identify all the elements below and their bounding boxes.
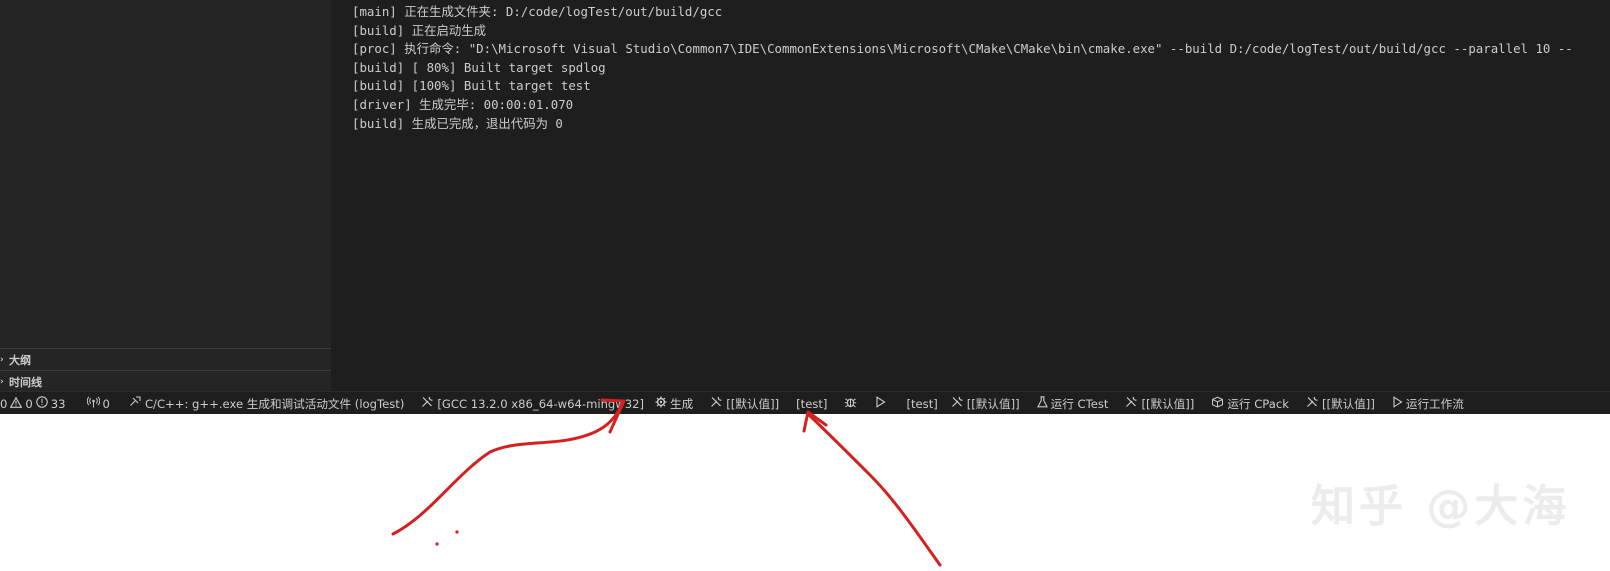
info-icon — [36, 396, 48, 411]
tools-icon — [1306, 396, 1319, 411]
output-line: [build] [ 80%] Built target spdlog — [352, 59, 606, 75]
ide-window: › 大纲 › 时间线 [main] 正在生成文件夹: D:/code/logTe… — [0, 0, 1610, 415]
bug-icon — [844, 396, 857, 411]
play-icon — [1392, 396, 1403, 411]
tools-icon — [421, 396, 434, 411]
sidebar-section-outline[interactable]: › 大纲 — [0, 348, 331, 370]
debug-config-icon — [129, 396, 142, 411]
target-label: [test] — [796, 396, 828, 411]
run-workflow-button[interactable]: 运行工作流 — [1382, 392, 1471, 415]
debug-config-label: C/C++: g++.exe 生成和调试活动文件 (logTest) — [144, 396, 405, 411]
info-count: 33 — [50, 396, 66, 411]
broadcast-icon — [86, 396, 100, 411]
test-preset-label: [[默认值]] — [966, 396, 1020, 411]
launch-target-label: [test] — [906, 396, 938, 411]
output-panel[interactable]: [main] 正在生成文件夹: D:/code/logTest/out/buil… — [331, 0, 1610, 395]
launch-button[interactable] — [867, 392, 896, 415]
tools-icon — [1125, 396, 1138, 411]
sidebar-section-timeline[interactable]: › 时间线 — [0, 370, 331, 392]
run-workflow-label: 运行工作流 — [1405, 396, 1464, 411]
build-button[interactable]: 生成 — [651, 392, 700, 415]
run-cpack-button[interactable]: 运行 CPack — [1201, 392, 1296, 415]
ports-status[interactable]: 0 — [73, 392, 117, 415]
workflow-preset-label: [[默认值]] — [1321, 396, 1375, 411]
chevron-right-icon: › — [0, 376, 4, 387]
output-line: [build] 正在启动生成 — [352, 22, 487, 38]
output-line: [build] [100%] Built target test — [352, 78, 591, 94]
launch-target-button[interactable]: [test] — [896, 392, 944, 415]
debug-config-button[interactable]: C/C++: g++.exe 生成和调试活动文件 (logTest) — [117, 392, 411, 415]
tools-icon — [710, 396, 723, 411]
gear-icon — [655, 396, 667, 411]
output-line: [build] 生成已完成，退出代码为 0 — [352, 115, 563, 131]
beaker-icon — [1036, 396, 1048, 411]
target-button[interactable]: [test] — [786, 392, 834, 415]
status-bar: 0 0 33 0 C/C++: g++.exe 生成和调试活动文件 (logTe… — [0, 391, 1610, 415]
output-line: [driver] 生成完毕: 00:00:01.070 — [352, 96, 574, 112]
kit-label: [GCC 13.2.0 x86_64-w64-mingw32] — [437, 396, 645, 411]
output-line: [proc] 执行命令: "D:\Microsoft Visual Studio… — [352, 41, 1573, 57]
problems-status[interactable]: 0 0 33 — [0, 392, 73, 415]
kit-button[interactable]: [GCC 13.2.0 x86_64-w64-mingw32] — [411, 392, 651, 415]
warning-icon — [10, 396, 23, 411]
warning-count: 0 — [25, 396, 33, 411]
ports-count: 0 — [102, 396, 110, 411]
chevron-right-icon: › — [0, 354, 4, 365]
sidebar: › 大纲 › 时间线 — [0, 0, 331, 395]
watermark: 知乎 @大海 — [1311, 481, 1571, 532]
package-icon — [1211, 396, 1224, 411]
debug-button[interactable] — [834, 392, 867, 415]
run-cpack-label: 运行 CPack — [1227, 396, 1289, 411]
build-label: 生成 — [670, 396, 694, 411]
error-count: 0 — [0, 396, 8, 411]
tools-icon — [951, 396, 964, 411]
output-line: [main] 正在生成文件夹: D:/code/logTest/out/buil… — [352, 4, 723, 19]
output-lines: [main] 正在生成文件夹: D:/code/logTest/out/buil… — [352, 3, 1573, 133]
run-ctest-button[interactable]: 运行 CTest — [1027, 392, 1116, 415]
pack-preset-button[interactable]: [[默认值]] — [1115, 392, 1201, 415]
sidebar-section-label: 大纲 — [9, 353, 31, 367]
workflow-preset-button[interactable]: [[默认值]] — [1296, 392, 1382, 415]
play-icon — [875, 396, 886, 411]
run-ctest-label: 运行 CTest — [1050, 396, 1109, 411]
build-preset-button[interactable]: [[默认值]] — [700, 392, 786, 415]
sidebar-section-label: 时间线 — [9, 375, 42, 389]
test-preset-button[interactable]: [[默认值]] — [945, 392, 1027, 415]
pack-preset-label: [[默认值]] — [1141, 396, 1195, 411]
sidebar-sections: › 大纲 › 时间线 — [0, 348, 331, 392]
build-preset-label: [[默认值]] — [726, 396, 780, 411]
